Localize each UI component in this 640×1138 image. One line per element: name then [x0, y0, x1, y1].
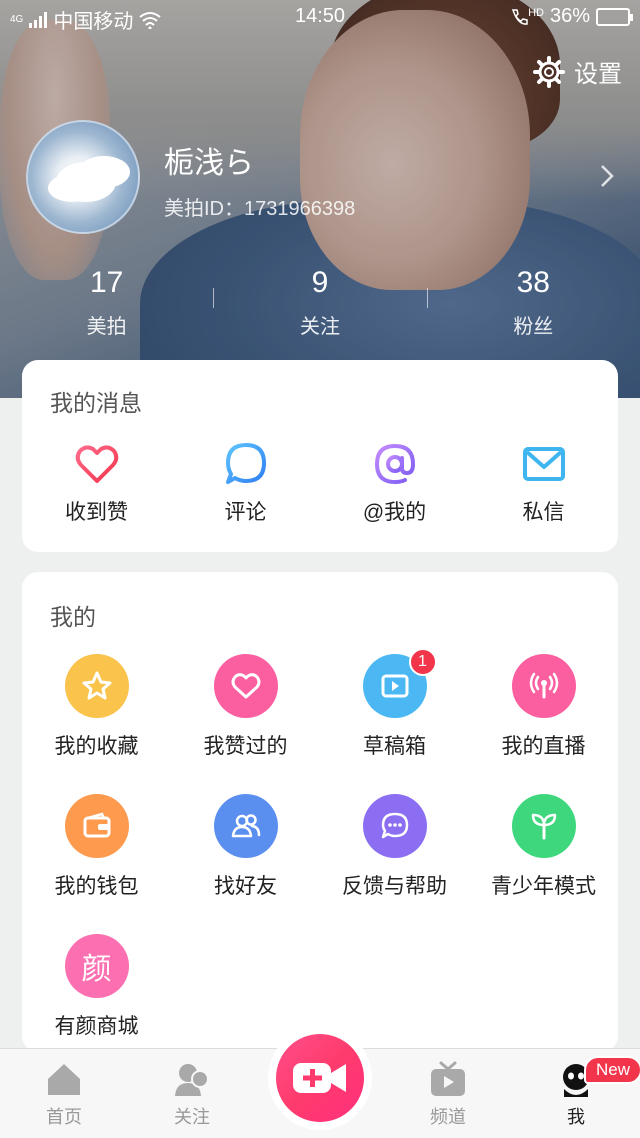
message-mentions[interactable]: @我的 — [320, 440, 469, 526]
heart-icon — [75, 445, 118, 483]
mail-icon — [522, 447, 565, 481]
avatar[interactable] — [26, 120, 140, 234]
stat-posts-count: 17 — [89, 266, 124, 299]
stat-posts-label: 美拍 — [86, 316, 127, 338]
drafts-badge: 1 — [408, 648, 437, 676]
stat-fans-label: 粉丝 — [513, 316, 554, 338]
username[interactable]: 栀浅ら — [164, 138, 254, 182]
stat-following-label: 关注 — [299, 316, 340, 338]
stat-following[interactable]: 9 关注 — [213, 266, 426, 339]
grid-item-label: 我赞过的 — [203, 735, 288, 758]
grid-item-friends-bg — [213, 794, 278, 858]
tab-channel[interactable]: 频道 — [398, 1059, 498, 1129]
tab-channel-label: 频道 — [430, 1107, 466, 1127]
grid-item-wallet[interactable]: 我的钱包 — [22, 794, 171, 934]
grid-item-youth-mode[interactable]: 青少年模式 — [469, 794, 618, 934]
grid-item-favorites-bg — [64, 654, 129, 718]
chevron-right-icon[interactable] — [600, 164, 614, 188]
tab-follow[interactable]: 关注 — [142, 1059, 242, 1129]
grid-item-liked[interactable]: 我赞过的 — [171, 654, 320, 794]
tab-home[interactable]: 首页 — [14, 1059, 114, 1129]
follow-icon — [175, 1064, 209, 1096]
message-comments-label: 评论 — [224, 501, 267, 524]
comment-icon — [225, 443, 266, 484]
at-icon — [374, 443, 415, 485]
yan-icon: 颜 — [81, 952, 112, 987]
grid-item-wallet-bg — [64, 794, 129, 858]
star-icon — [82, 671, 111, 700]
tab-follow-label: 关注 — [174, 1107, 210, 1127]
message-mentions-label: @我的 — [362, 501, 427, 524]
settings-button[interactable]: 设置 — [532, 54, 622, 89]
message-likes-label: 收到赞 — [65, 501, 128, 524]
mine-title: 我的 — [50, 604, 96, 630]
friends-icon — [231, 814, 260, 838]
profile-stats: 17 美拍 9 关注 38 粉丝 — [0, 266, 640, 339]
message-comments[interactable]: 评论 — [171, 440, 320, 526]
grid-item-label: 反馈与帮助 — [342, 875, 447, 898]
grid-item-label: 找好友 — [214, 875, 277, 898]
battery-percent: 36% — [549, 5, 590, 27]
grid-item-feedback-bg — [362, 794, 427, 858]
grid-item-live[interactable]: 我的直播 — [469, 654, 618, 794]
grid-item-live-bg — [511, 654, 576, 718]
grid-item-friends[interactable]: 找好友 — [171, 794, 320, 934]
grid-item-label: 我的钱包 — [54, 875, 139, 898]
grid-item-label: 我的直播 — [501, 735, 586, 758]
message-private[interactable]: 私信 — [469, 440, 618, 526]
status-bar: 4G 中国移动 14:50 HD 36% — [0, 0, 640, 34]
tv-icon — [431, 1061, 465, 1096]
stat-fans-count: 38 — [516, 266, 550, 299]
stat-following-count: 9 — [311, 266, 329, 299]
grid-item-feedback[interactable]: 反馈与帮助 — [320, 794, 469, 934]
grid-item-drafts[interactable]: 1 草稿箱 — [320, 648, 469, 794]
messages-title: 我的消息 — [50, 390, 142, 416]
home-icon — [48, 1064, 80, 1095]
tab-me-label: 我 — [567, 1107, 585, 1127]
grid-item-label: 草稿箱 — [363, 735, 426, 758]
settings-label: 设置 — [574, 61, 622, 88]
video-camera-icon — [293, 1063, 346, 1093]
stat-fans[interactable]: 38 粉丝 — [426, 266, 640, 339]
grid-item-liked-bg — [213, 654, 278, 718]
grid-item-drafts-bg: 1 — [362, 648, 437, 718]
chat-icon — [381, 812, 408, 839]
gear-icon — [533, 55, 565, 88]
battery-icon — [596, 7, 633, 26]
grid-item-favorites[interactable]: 我的收藏 — [22, 654, 171, 794]
hd-label: HD — [528, 6, 544, 19]
grid-item-youth-mode-bg — [511, 794, 576, 858]
sprout-icon — [531, 813, 556, 840]
new-badge: New — [584, 1056, 640, 1084]
grid-item-shop-bg: 颜 — [64, 934, 129, 998]
broadcast-icon — [529, 672, 558, 699]
phone-hd-icon — [512, 8, 528, 25]
message-private-label: 私信 — [522, 501, 565, 524]
mine-card: 我的 我的收藏 我赞过的 1 草稿箱 我的直播 我的钱包 找好友 反馈与帮助 青… — [22, 572, 618, 1052]
tab-home-label: 首页 — [46, 1107, 82, 1127]
wallet-icon — [83, 812, 110, 838]
messages-card: 我的消息 收到赞 评论 @我的 私信 — [22, 360, 618, 552]
record-video-button[interactable] — [268, 1026, 372, 1130]
grid-item-label: 我的收藏 — [54, 735, 139, 758]
grid-item-label: 青少年模式 — [491, 875, 596, 898]
heart-icon — [231, 673, 260, 699]
message-likes[interactable]: 收到赞 — [22, 440, 171, 526]
stat-posts[interactable]: 17 美拍 — [0, 266, 213, 339]
play-icon — [381, 674, 408, 698]
user-id: 美拍ID：1731966398 — [164, 198, 356, 220]
grid-item-label: 有颜商城 — [54, 1015, 139, 1038]
